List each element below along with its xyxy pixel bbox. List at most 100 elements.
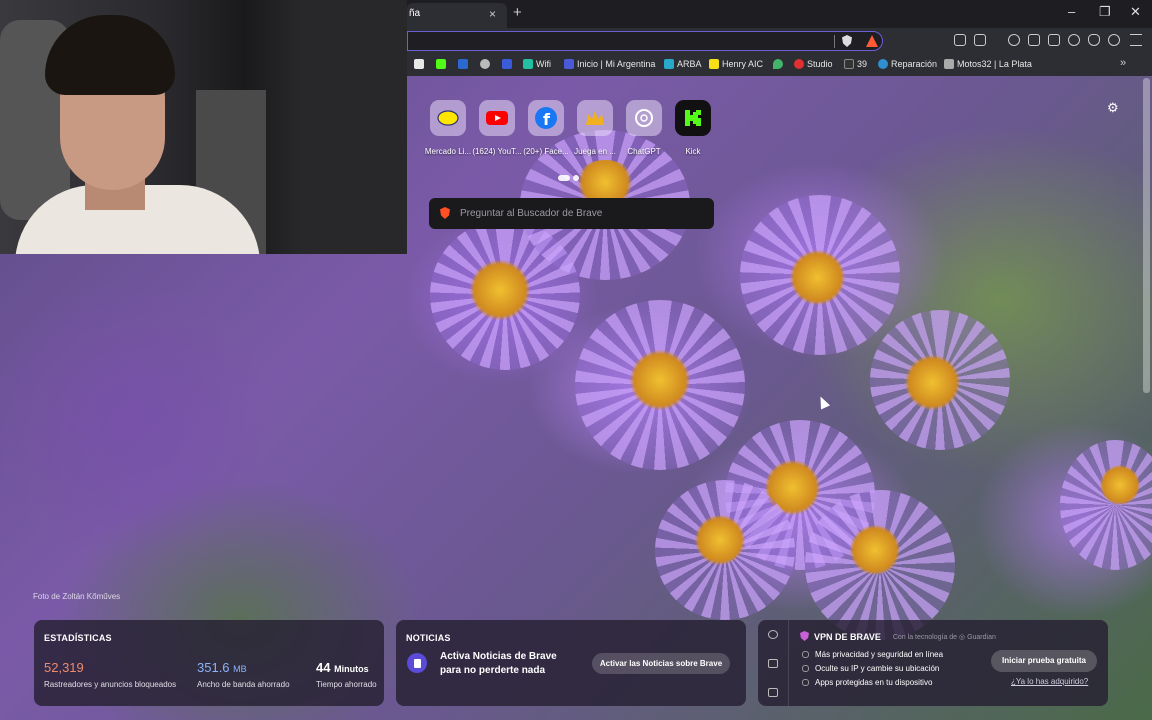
pagination-dots[interactable] <box>558 168 582 186</box>
top-site-tile[interactable]: (1624) YouT... <box>469 100 525 156</box>
moto-icon <box>944 59 954 69</box>
bookmark-af[interactable]: 39 <box>844 59 867 69</box>
screenshot-icon[interactable] <box>974 34 986 46</box>
stats-title: ESTADÍSTICAS <box>44 633 112 643</box>
menu-icon[interactable] <box>1130 34 1142 46</box>
bookmark-studio[interactable]: Studio <box>794 59 833 69</box>
brave-rewards-icon[interactable] <box>866 35 878 47</box>
henry-icon <box>709 59 719 69</box>
brave-shields-icon[interactable] <box>842 35 852 47</box>
sidebar-icon[interactable] <box>1028 34 1040 46</box>
crown-icon <box>586 111 604 125</box>
warning-widget-icon[interactable] <box>768 659 778 668</box>
card-widget-icon[interactable] <box>768 688 778 697</box>
amazon-icon <box>414 59 424 69</box>
profile-icon[interactable] <box>1108 34 1120 46</box>
bookmark-item[interactable] <box>502 59 515 69</box>
bookmark-mi-argentina[interactable]: Inicio | Mi Argentina <box>564 59 655 69</box>
vpn-icon[interactable] <box>1088 34 1100 46</box>
address-bar[interactable] <box>407 31 883 51</box>
bookmark-motos32[interactable]: Motos32 | La Plata <box>944 59 1032 69</box>
more-bookmarks-icon[interactable]: » <box>1120 57 1126 69</box>
news-icon <box>407 653 427 673</box>
top-site-tile[interactable]: Mercado Li... <box>420 100 476 156</box>
vpn-widget-icon[interactable] <box>768 630 778 639</box>
bookmark-item[interactable] <box>773 59 786 69</box>
stat-bandwidth: 351.6 MB Ancho de banda ahorrado <box>197 660 290 689</box>
bank-icon <box>502 59 512 69</box>
enable-news-button[interactable]: Activar las Noticias sobre Brave <box>592 653 730 674</box>
bookmark-item[interactable] <box>480 59 493 69</box>
webcam-overlay <box>0 0 407 254</box>
location-icon <box>773 59 783 69</box>
news-card: NOTICIAS Activa Noticias de Brave para n… <box>396 620 746 706</box>
brave-search-box[interactable]: Preguntar al Buscador de Brave <box>429 198 714 229</box>
browser-tab[interactable]: ña × <box>407 3 507 28</box>
new-tab-button[interactable]: + <box>513 4 522 21</box>
extensions-icon[interactable] <box>954 34 966 46</box>
kick-icon <box>436 59 446 69</box>
vpn-card: VPN DE BRAVE Con la tecnología de ◎ Guar… <box>758 620 1108 706</box>
wifi-icon <box>523 59 533 69</box>
af-icon <box>844 59 854 69</box>
stat-trackers: 52,319 Rastreadores y anuncios bloqueado… <box>44 660 177 689</box>
bookmark-arba[interactable]: ARBA <box>664 59 702 69</box>
wallet-icon[interactable] <box>1048 34 1060 46</box>
bookmark-henry[interactable]: Henry AIC <box>709 59 763 69</box>
brave-logo-icon <box>440 207 450 219</box>
start-trial-button[interactable]: Iniciar prueba gratuita <box>991 650 1097 672</box>
vpn-feature: Apps protegidas en tu dispositivo <box>802 678 932 687</box>
search-placeholder: Preguntar al Buscador de Brave <box>460 208 603 219</box>
argentina-icon <box>564 59 574 69</box>
gear-icon[interactable]: ⚙ <box>1107 100 1119 116</box>
news-title: NOTICIAS <box>406 633 451 643</box>
tab-strip: ña × + – ❐ ✕ <box>407 0 1152 28</box>
vpn-shield-icon <box>800 631 809 641</box>
bookmark-item[interactable] <box>458 59 471 69</box>
bookmark-item[interactable] <box>414 59 427 69</box>
wall <box>300 0 407 254</box>
globe-icon <box>480 59 490 69</box>
top-site-tile[interactable]: Kick <box>665 100 721 156</box>
already-purchased-link[interactable]: ¿Ya lo has adquirido? <box>1011 677 1088 686</box>
news-text: Activa Noticias de Brave para no perdert… <box>440 651 557 676</box>
studio-icon <box>794 59 804 69</box>
bookmark-reparacion[interactable]: Reparación <box>878 59 937 69</box>
close-tab-icon[interactable]: × <box>489 3 496 25</box>
top-site-tile[interactable]: ChatGPT <box>616 100 672 156</box>
bookmarks-bar: Wifi Inicio | Mi Argentina ARBA Henry AI… <box>407 54 1152 76</box>
widget-switcher <box>758 620 789 706</box>
vpn-feature: Oculte su IP y cambie su ubicación <box>802 664 939 673</box>
bookmark-item[interactable] <box>436 59 449 69</box>
svg-text:f: f <box>543 110 551 129</box>
bullet-icon <box>802 679 809 686</box>
repair-icon <box>878 59 888 69</box>
stat-time: 44 Minutos Tiempo ahorrado <box>316 660 377 689</box>
arba-icon <box>664 59 674 69</box>
top-site-tile[interactable]: Juega en ... <box>567 100 623 156</box>
url-separator <box>834 35 835 48</box>
kick-icon <box>685 110 701 126</box>
music-icon[interactable] <box>1008 34 1020 46</box>
top-site-tile[interactable]: f (20+) Face... <box>518 100 574 156</box>
facebook-icon: f <box>535 107 557 129</box>
bullet-icon <box>802 651 809 658</box>
close-window-button[interactable]: ✕ <box>1130 4 1141 20</box>
app-icon <box>458 59 468 69</box>
toolbar <box>407 28 1152 54</box>
maximize-button[interactable]: ❐ <box>1099 4 1111 20</box>
youtube-icon <box>486 111 508 125</box>
top-sites: Mercado Li... (1624) YouT... f (20+) Fac… <box>420 100 720 160</box>
mercadolibre-icon <box>437 110 459 126</box>
leo-ai-icon[interactable] <box>1068 34 1080 46</box>
vpn-feature: Más privacidad y seguridad en línea <box>802 650 943 659</box>
stats-card: ESTADÍSTICAS 52,319 Rastreadores y anunc… <box>34 620 384 706</box>
vpn-title: VPN DE BRAVE Con la tecnología de ◎ Guar… <box>814 632 996 642</box>
minimize-button[interactable]: – <box>1068 4 1075 19</box>
bullet-icon <box>802 665 809 672</box>
scrollbar[interactable] <box>1143 78 1150 393</box>
tab-title: ña <box>409 8 421 19</box>
photo-credit[interactable]: Foto de Zoltán Kőműves <box>33 592 120 601</box>
chatgpt-icon <box>635 109 653 127</box>
bookmark-wifi[interactable]: Wifi <box>523 59 551 69</box>
